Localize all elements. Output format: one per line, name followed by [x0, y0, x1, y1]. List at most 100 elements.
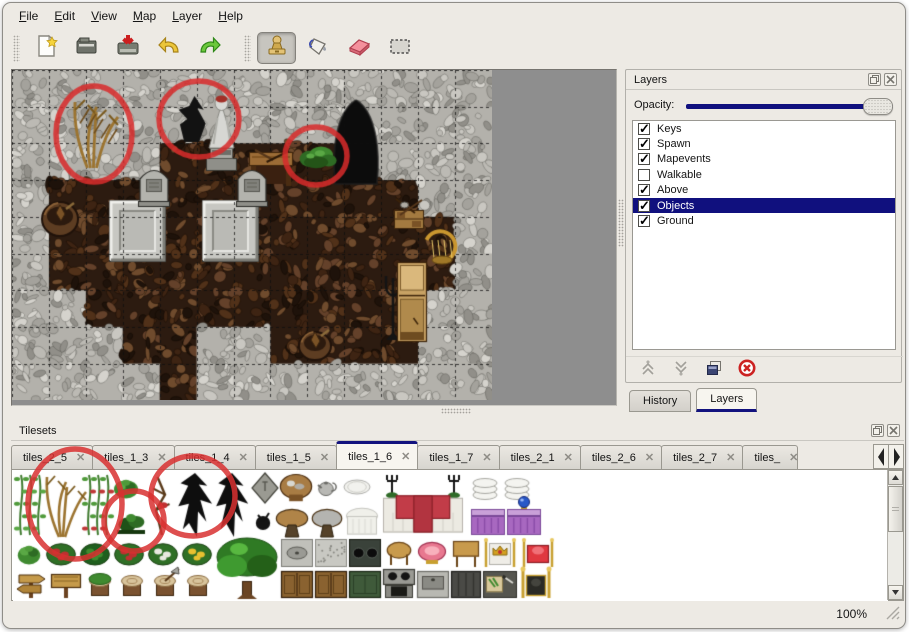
select-rect-tool-button[interactable]	[380, 32, 419, 64]
layer-visibility-checkbox[interactable]	[638, 169, 650, 181]
tileset-tab-label: tiles_1_6	[348, 451, 392, 463]
tileset-tab-tiles_2_7[interactable]: tiles_2_7✕	[661, 445, 743, 469]
tab-scroll-left-icon[interactable]	[873, 444, 889, 469]
menu-map[interactable]: Map	[125, 6, 164, 26]
fill-bucket-tool-button[interactable]	[298, 32, 337, 64]
tileset-tab-tiles_2_1[interactable]: tiles_2_1✕	[499, 445, 581, 469]
move-down-layer-button[interactable]	[671, 360, 691, 380]
layer-list: Keys Spawn Mapevents Walkable AboveObjects Gr…	[632, 120, 896, 350]
opacity-slider-handle[interactable]	[863, 98, 893, 115]
move-up-layer-button[interactable]	[638, 360, 658, 380]
tileset-tab-tiles_1_7[interactable]: tiles_1_7 ✕	[417, 445, 499, 469]
layer-name: Keys	[657, 123, 681, 135]
float-panel-icon[interactable]	[868, 73, 881, 86]
tileset-scrollbar[interactable]	[887, 470, 903, 600]
close-tab-icon[interactable]: ✕	[789, 451, 798, 464]
move-up-icon	[639, 359, 657, 382]
opacity-slider[interactable]	[686, 104, 893, 109]
layer-visibility-checkbox[interactable]	[638, 215, 650, 227]
close-tab-icon[interactable]: ✕	[76, 451, 85, 464]
close-tab-icon[interactable]: ✕	[320, 451, 329, 464]
tileset-tab-tiles_1_3[interactable]: tiles_1_3✕	[92, 445, 174, 469]
redo-button[interactable]	[190, 32, 229, 64]
tileset-tab-tiles_1_4[interactable]: tiles_1_4✕	[174, 445, 256, 469]
duplicate-layer-button[interactable]	[704, 360, 724, 380]
layer-name: Walkable	[657, 169, 702, 181]
close-tab-icon[interactable]: ✕	[482, 451, 491, 464]
map-panel	[11, 69, 617, 406]
undo-button[interactable]	[149, 32, 188, 64]
tileset-tab-tiles_1_6[interactable]: tiles_1_6 ✕	[336, 441, 418, 469]
menu-file[interactable]: File	[11, 6, 46, 26]
opacity-row: Opacity:	[634, 96, 895, 116]
right-dock: Layers Opacity: Keys Spawn Mapevents Walkab…	[625, 69, 904, 414]
layer-visibility-checkbox[interactable]	[638, 123, 650, 135]
tileset-tab-tiles_1_5[interactable]: tiles_1_5✕	[255, 445, 337, 469]
layer-row-walkable[interactable]: Walkable	[633, 167, 895, 182]
tileset-tab-tiles_2_5[interactable]: tiles_2_5 ✕	[11, 445, 93, 469]
menubar: FileEditViewMapLayerHelp	[3, 3, 905, 29]
eraser-tool-button[interactable]	[339, 32, 378, 64]
tileset-tabs: tiles_2_5✕tiles_1_3✕tiles_1_4✕tiles_1_5✕…	[11, 441, 904, 469]
scroll-down-icon[interactable]	[888, 585, 903, 600]
dock-tab-history[interactable]: History	[629, 390, 691, 412]
delete-layer-button[interactable]	[737, 360, 757, 380]
layer-visibility-checkbox[interactable]	[638, 200, 650, 212]
menu-edit[interactable]: Edit	[46, 6, 83, 26]
tileset-canvas[interactable]	[13, 471, 888, 601]
vertical-splitter-handle[interactable]	[618, 199, 624, 247]
layer-row-above[interactable]: Above	[633, 183, 895, 198]
open-folder-button[interactable]	[67, 32, 106, 64]
toolbar-drag-handle[interactable]	[244, 35, 251, 62]
tileset-tab-label: tiles_2_5	[23, 452, 67, 464]
tileset-tab-label: tiles_2_6	[592, 452, 636, 464]
layer-row-ground[interactable]: Ground	[633, 213, 895, 228]
close-tab-icon[interactable]: ✕	[726, 451, 735, 464]
scrollbar-thumb[interactable]	[888, 486, 903, 532]
tileset-content	[11, 469, 904, 601]
layer-row-spawn[interactable]: Spawn	[633, 136, 895, 151]
layer-visibility-checkbox[interactable]	[638, 138, 650, 150]
eraser-tool-icon	[346, 33, 372, 64]
stamp-tool-button[interactable]	[257, 32, 296, 64]
layer-row-keys[interactable]: Keys	[633, 121, 895, 136]
scroll-up-icon[interactable]	[888, 470, 903, 485]
layer-name: Mapevents	[657, 153, 711, 165]
layer-name: Spawn	[657, 138, 691, 150]
app-window: FileEditViewMapLayerHelp Layers Opacity:…	[2, 2, 906, 629]
close-panel-icon[interactable]	[884, 73, 897, 86]
toolbar-drag-handle[interactable]	[13, 35, 20, 62]
dock-tab-layers[interactable]: Layers	[696, 388, 757, 412]
close-tab-icon[interactable]: ✕	[645, 451, 654, 464]
statusbar: 100%	[3, 600, 905, 628]
tileset-tab-tiles[interactable]: tiles_ ✕	[742, 445, 798, 469]
tileset-tab-label: tiles_1_7	[429, 452, 473, 464]
select-rect-tool-icon	[387, 33, 413, 64]
new-file-button[interactable]	[26, 32, 65, 64]
tileset-tab-label: tiles_	[754, 452, 780, 464]
tileset-tab-tiles_2_6[interactable]: tiles_2_6 ✕	[580, 445, 662, 469]
tilesets-panel: Tilesets tiles_2_5✕tiles_1_3✕tiles_1_4✕t…	[11, 421, 904, 603]
close-panel-icon[interactable]	[887, 424, 900, 437]
close-tab-icon[interactable]: ✕	[157, 451, 166, 464]
layer-row-mapevents[interactable]: Mapevents	[633, 152, 895, 167]
resize-grip[interactable]	[886, 606, 900, 623]
menu-view[interactable]: View	[83, 6, 125, 26]
layer-row-objects[interactable]: Objects	[633, 198, 895, 213]
menu-help[interactable]: Help	[210, 6, 251, 26]
map-canvas[interactable]	[12, 70, 492, 400]
menu-layer[interactable]: Layer	[164, 6, 210, 26]
open-folder-icon	[74, 33, 100, 64]
save-button[interactable]	[108, 32, 147, 64]
tilesets-panel-title: Tilesets	[19, 425, 57, 437]
layer-name: Ground	[657, 215, 694, 227]
float-panel-icon[interactable]	[871, 424, 884, 437]
horizontal-splitter-handle[interactable]	[441, 408, 471, 414]
close-tab-icon[interactable]: ✕	[401, 450, 410, 463]
close-tab-icon[interactable]: ✕	[564, 451, 573, 464]
layer-visibility-checkbox[interactable]	[638, 153, 650, 165]
layer-visibility-checkbox[interactable]	[638, 184, 650, 196]
stamp-tool-icon	[264, 33, 290, 64]
tab-scroll-right-icon[interactable]	[888, 444, 904, 469]
close-tab-icon[interactable]: ✕	[239, 451, 248, 464]
